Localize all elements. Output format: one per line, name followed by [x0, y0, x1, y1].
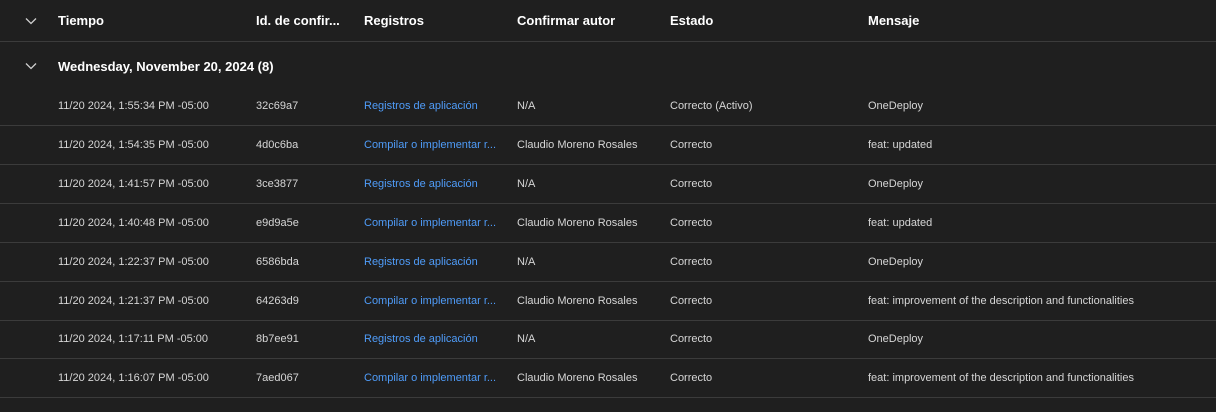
cell-author: N/A [517, 333, 536, 345]
logs-link[interactable]: Compilar o implementar r... [364, 282, 504, 320]
cell-time: 11/20 2024, 1:16:07 PM -05:00 [58, 372, 209, 384]
cell-message: OneDeploy [868, 100, 924, 112]
cell-time: 11/20 2024, 1:21:37 PM -05:00 [58, 295, 209, 307]
cell-commit-id: 32c69a7 [256, 100, 299, 112]
logs-link[interactable]: Registros de aplicación [364, 243, 504, 281]
table-row[interactable]: 11/20 2024, 1:40:48 PM -05:00 e9d9a5e Co… [0, 204, 1216, 243]
table-row[interactable]: 11/20 2024, 1:55:34 PM -05:00 32c69a7 Re… [0, 87, 1216, 126]
table-row[interactable]: 11/20 2024, 1:17:11 PM -05:00 8b7ee91 Re… [0, 320, 1216, 359]
cell-commit-id: 4d0c6ba [256, 139, 299, 151]
logs-link[interactable]: Compilar o implementar r... [364, 359, 504, 397]
cell-time: 11/20 2024, 1:54:35 PM -05:00 [58, 139, 209, 151]
table-row[interactable]: 11/20 2024, 1:22:37 PM -05:00 6586bda Re… [0, 243, 1216, 282]
cell-message: feat: updated [868, 139, 933, 151]
logs-link[interactable]: Registros de aplicación [364, 87, 504, 125]
cell-status: Correcto (Activo) [670, 100, 753, 112]
cell-message: OneDeploy [868, 178, 924, 190]
cell-message: OneDeploy [868, 333, 924, 345]
logs-link[interactable]: Registros de aplicación [364, 320, 504, 358]
logs-link[interactable]: Registros de aplicación [364, 165, 504, 203]
cell-author: N/A [517, 256, 536, 268]
logs-link[interactable]: Compilar o implementar r... [364, 126, 504, 164]
deployments-grid: Tiempo Id. de confir... Registros Confir… [0, 0, 1216, 412]
table-row[interactable]: 11/20 2024, 1:21:37 PM -05:00 64263d9 Co… [0, 282, 1216, 321]
cell-author: Claudio Moreno Rosales [517, 295, 638, 307]
chevron-down-icon[interactable] [24, 14, 38, 28]
cell-status: Correcto [670, 178, 713, 190]
cell-status: Correcto [670, 372, 713, 384]
table-row[interactable]: 11/20 2024, 1:16:07 PM -05:00 7aed067 Co… [0, 359, 1216, 398]
column-header-status[interactable]: Estado [670, 0, 860, 41]
cell-message: feat: improvement of the description and… [868, 295, 1134, 307]
cell-commit-id: 64263d9 [256, 295, 299, 307]
grid-header-row: Tiempo Id. de confir... Registros Confir… [0, 0, 1216, 42]
cell-author: Claudio Moreno Rosales [517, 139, 638, 151]
cell-commit-id: 3ce3877 [256, 178, 299, 190]
cell-status: Correcto [670, 256, 713, 268]
cell-time: 11/20 2024, 1:22:37 PM -05:00 [58, 256, 209, 268]
cell-time: 11/20 2024, 1:41:57 PM -05:00 [58, 178, 209, 190]
cell-status: Correcto [670, 333, 713, 345]
column-header-commit-author[interactable]: Confirmar autor [517, 0, 662, 41]
cell-author: Claudio Moreno Rosales [517, 217, 638, 229]
cell-commit-id: e9d9a5e [256, 217, 299, 229]
column-header-time[interactable]: Tiempo [58, 0, 248, 41]
cell-status: Correcto [670, 217, 713, 229]
chevron-down-icon[interactable] [24, 59, 38, 73]
cell-message: feat: updated [868, 217, 933, 229]
cell-author: N/A [517, 100, 536, 112]
cell-status: Correcto [670, 295, 713, 307]
cell-message: OneDeploy [868, 256, 924, 268]
column-header-message[interactable]: Mensaje [868, 0, 1208, 41]
cell-commit-id: 7aed067 [256, 372, 299, 384]
cell-time: 11/20 2024, 1:55:34 PM -05:00 [58, 100, 209, 112]
cell-author: N/A [517, 178, 536, 190]
cell-message: feat: improvement of the description and… [868, 372, 1134, 384]
table-row[interactable]: 11/20 2024, 1:54:35 PM -05:00 4d0c6ba Co… [0, 126, 1216, 165]
logs-link[interactable]: Compilar o implementar r... [364, 204, 504, 242]
cell-commit-id: 8b7ee91 [256, 333, 299, 345]
column-header-commit-id[interactable]: Id. de confir... [256, 0, 340, 41]
cell-commit-id: 6586bda [256, 256, 299, 268]
cell-time: 11/20 2024, 1:40:48 PM -05:00 [58, 217, 209, 229]
cell-time: 11/20 2024, 1:17:11 PM -05:00 [58, 333, 209, 345]
group-header-row[interactable]: Wednesday, November 20, 2024 (8) [0, 43, 1216, 89]
cell-author: Claudio Moreno Rosales [517, 372, 638, 384]
cell-status: Correcto [670, 139, 713, 151]
column-header-logs[interactable]: Registros [364, 0, 504, 41]
table-row[interactable]: 11/20 2024, 1:41:57 PM -05:00 3ce3877 Re… [0, 165, 1216, 204]
group-title: Wednesday, November 20, 2024 (8) [58, 58, 274, 74]
